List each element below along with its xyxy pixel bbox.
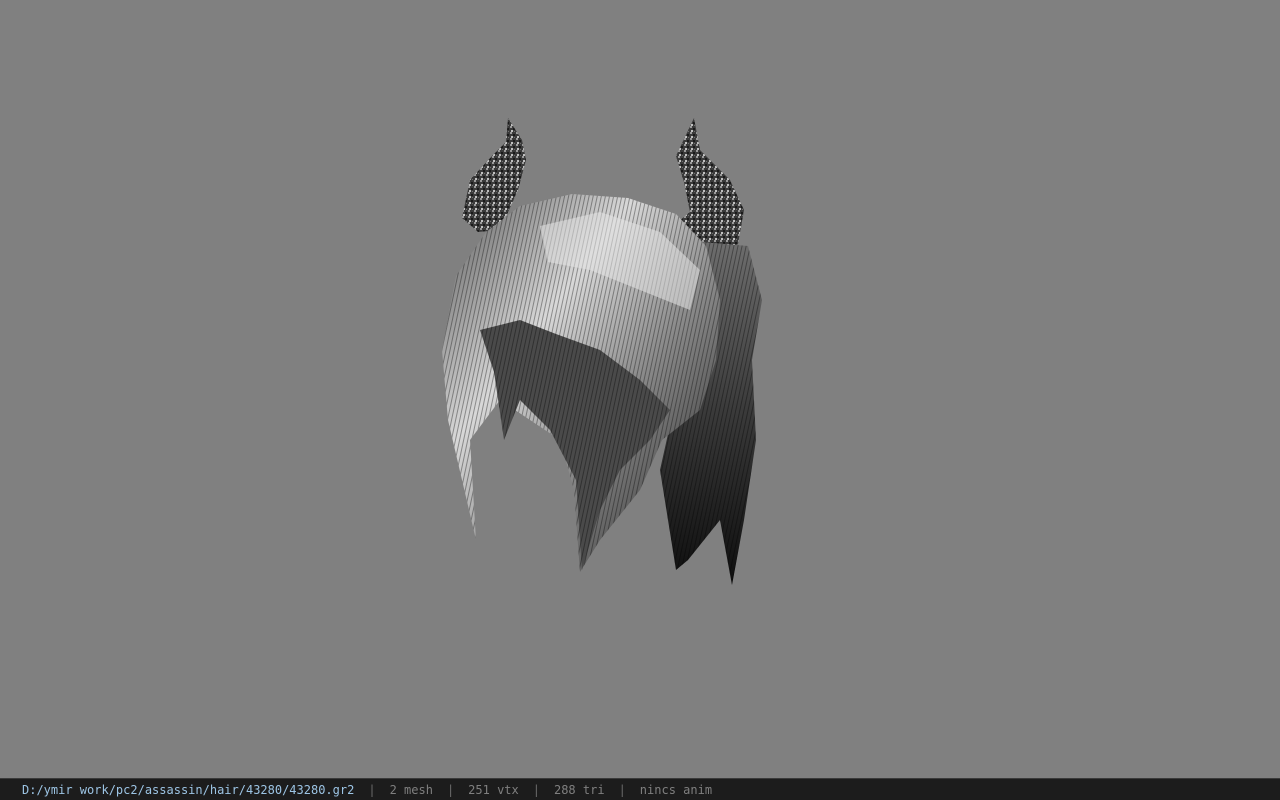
separator: | (368, 782, 376, 797)
vertex-count: 251 vtx (468, 782, 519, 797)
separator: | (446, 782, 455, 797)
separator: | (532, 782, 540, 797)
separator: | (618, 782, 626, 797)
triangle-count: 288 tri (553, 782, 605, 797)
mesh-count: 2 mesh (389, 782, 433, 797)
file-path: D:/ymir work/pc2/assassin/hair/43280/432… (22, 782, 355, 797)
status-bar: D:/ymir work/pc2/assassin/hair/43280/432… (0, 778, 1280, 800)
3d-viewport[interactable] (0, 0, 1280, 778)
hair-mesh-icon[interactable] (0, 0, 1280, 778)
animation-status: nincs anim (639, 782, 713, 797)
